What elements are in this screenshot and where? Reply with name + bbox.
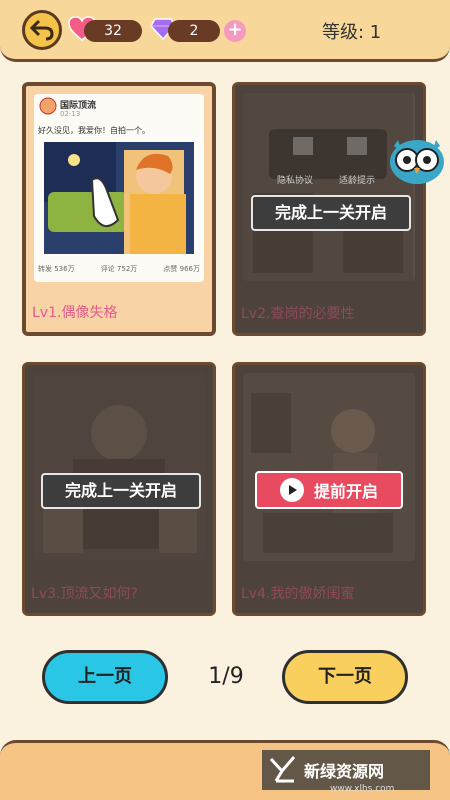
post-stat-likes: 点赞 966万 bbox=[163, 265, 200, 273]
play-video-icon bbox=[279, 478, 304, 502]
level-3-title: Lv3.顶流又如何? bbox=[31, 586, 138, 602]
add-gems-button[interactable]: + bbox=[224, 20, 246, 42]
level-1-illustration bbox=[39, 97, 194, 254]
top-bar: 32 2 + 等级: 1 bbox=[0, 0, 450, 62]
watermark-logo-icon bbox=[269, 756, 296, 783]
level-3-illustration bbox=[33, 373, 203, 561]
back-button[interactable] bbox=[22, 10, 62, 50]
post-stat-comments: 评论 752万 bbox=[100, 265, 138, 273]
level-3-thumbnail bbox=[33, 373, 205, 561]
early-unlock-label: 提前开启 bbox=[313, 482, 378, 501]
page-indicator: 1/9 bbox=[208, 664, 244, 689]
hearts-count: 32 bbox=[84, 20, 142, 42]
age-hint-label: 适龄提示 bbox=[339, 176, 376, 186]
watermark-url: www.xlhs.com bbox=[330, 784, 395, 794]
level-1-title: Lv1.偶像失格 bbox=[32, 305, 118, 321]
player-level: 等级: 1 bbox=[322, 22, 382, 43]
early-unlock-button[interactable]: 提前开启 bbox=[255, 471, 403, 509]
post-text: 好久没见，我爱你！自拍一个。 bbox=[38, 126, 150, 135]
post-date: 02-13 bbox=[60, 110, 81, 118]
level-card-3[interactable]: 完成上一关开启 Lv3.顶流又如何? bbox=[22, 362, 216, 616]
gems-count: 2 bbox=[168, 20, 220, 42]
level-4-title: Lv4.我的傲娇闺蜜 bbox=[241, 586, 355, 602]
owl-mascot-icon[interactable] bbox=[388, 132, 446, 186]
level-3-locked-button[interactable]: 完成上一关开启 bbox=[41, 473, 201, 509]
level-card-1[interactable]: 国际顶流 02-13 好久没见，我爱你！自拍一个。 转发 536万 评论 752… bbox=[22, 82, 216, 336]
post-stat-reposts: 转发 536万 bbox=[38, 265, 75, 273]
level-4-illustration bbox=[243, 373, 413, 561]
level-2-illustration bbox=[243, 93, 413, 281]
privacy-policy-label: 隐私协议 bbox=[277, 176, 314, 186]
level-1-thumbnail: 国际顶流 02-13 好久没见，我爱你！自拍一个。 转发 536万 评论 752… bbox=[34, 94, 204, 282]
next-page-button[interactable]: 下一页 bbox=[282, 650, 408, 704]
prev-page-button[interactable]: 上一页 bbox=[42, 650, 168, 704]
level-card-2[interactable]: 隐私协议 适龄提示 完成上一关开启 Lv2.查岗的必要性 bbox=[232, 82, 426, 336]
level-2-locked-button[interactable]: 完成上一关开启 bbox=[251, 195, 411, 231]
back-arrow-icon bbox=[30, 19, 54, 41]
level-2-thumbnail: 隐私协议 适龄提示 bbox=[243, 93, 415, 281]
level-4-thumbnail bbox=[243, 373, 415, 561]
level-card-4[interactable]: 提前开启 Lv4.我的傲娇闺蜜 bbox=[232, 362, 426, 616]
level-2-title: Lv2.查岗的必要性 bbox=[241, 306, 355, 322]
post-stats: 转发 536万 评论 752万 点赞 966万 bbox=[38, 264, 200, 274]
watermark-text: 新绿资源网 bbox=[304, 762, 385, 781]
